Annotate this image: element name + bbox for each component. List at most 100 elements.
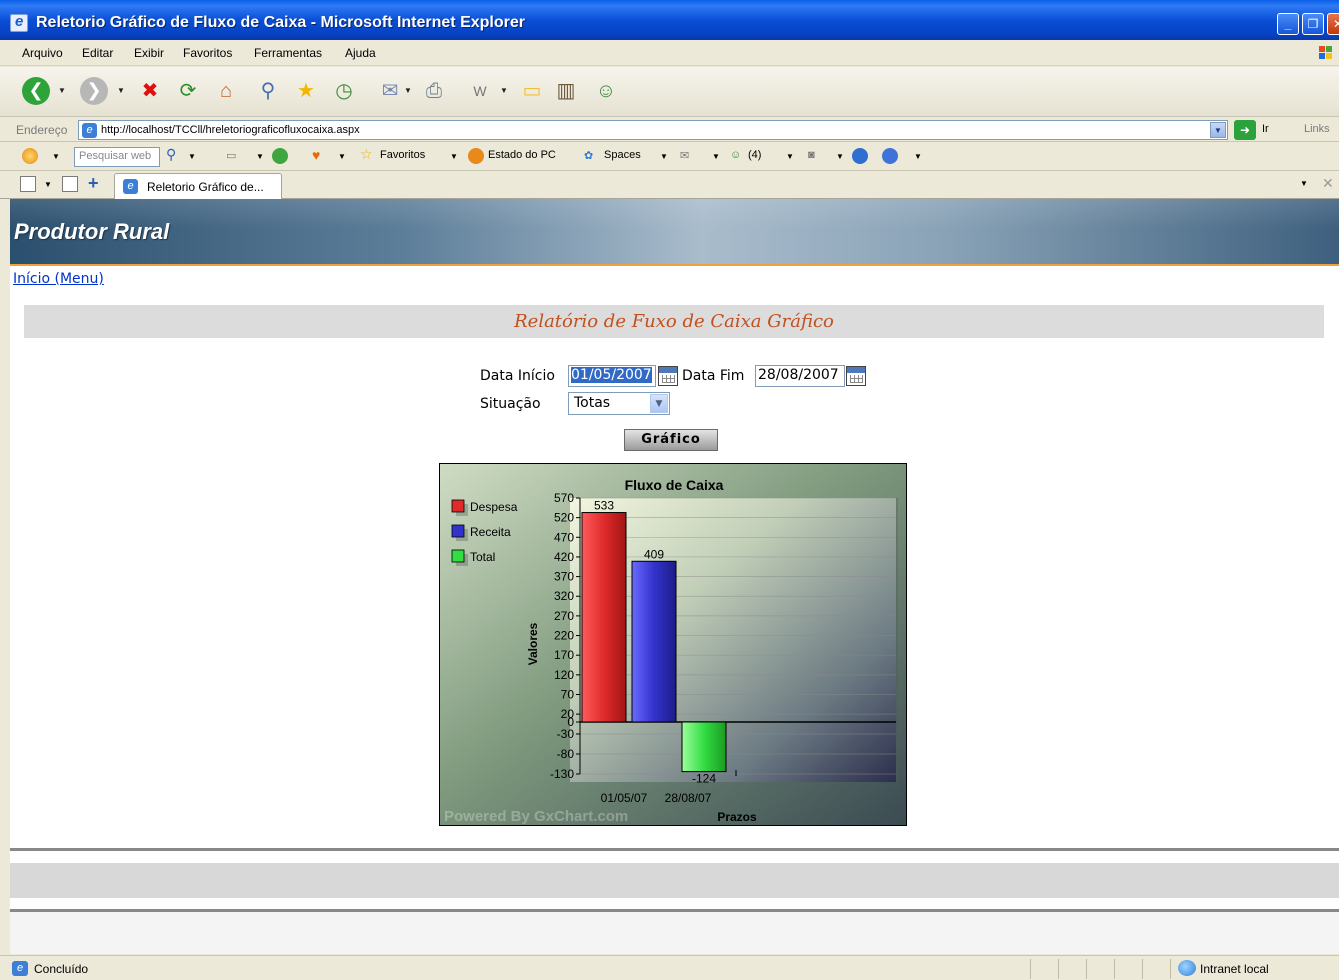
- maximize-button[interactable]: ❐: [1302, 13, 1324, 35]
- back-icon[interactable]: ❮: [22, 77, 50, 105]
- calendar-icon[interactable]: [658, 366, 678, 386]
- calendar-icon[interactable]: [846, 366, 866, 386]
- footer-divider-top: [10, 848, 1339, 851]
- mail-dropdown-icon[interactable]: ▼: [404, 86, 412, 95]
- close-tab-icon[interactable]: ✕: [1322, 175, 1334, 192]
- go-arrow-icon[interactable]: ➜: [1234, 120, 1256, 140]
- edit-word-icon[interactable]: W: [466, 77, 494, 105]
- y-tick-label: -130: [550, 767, 574, 781]
- msn-button-icon[interactable]: [852, 148, 868, 164]
- rss-dropdown-icon[interactable]: ▼: [836, 152, 844, 161]
- data-inicio-input[interactable]: 01/05/2007: [568, 365, 656, 387]
- situacao-selected-value: Totas: [574, 395, 611, 411]
- favorites-center-dropdown-icon[interactable]: ▼: [44, 180, 52, 189]
- contacts-dropdown-icon[interactable]: ▼: [786, 152, 794, 161]
- highlight-icon[interactable]: ▭: [226, 149, 236, 162]
- mail-small-icon[interactable]: ✉: [680, 149, 689, 162]
- bar-receita: [631, 560, 677, 723]
- situacao-select[interactable]: Totas ▼: [568, 392, 670, 415]
- web-search-input[interactable]: Pesquisar web: [74, 147, 160, 167]
- contacts-icon[interactable]: ☺: [730, 149, 741, 161]
- favoritos-button[interactable]: Favoritos: [380, 149, 425, 161]
- close-button[interactable]: ✕: [1327, 13, 1339, 35]
- legend-label-despesa: Despesa: [470, 500, 518, 514]
- forward-icon[interactable]: ❯: [80, 77, 108, 105]
- new-tab-plus-icon[interactable]: +: [88, 173, 99, 194]
- data-inicio-label: Data Início: [480, 368, 555, 384]
- status-cell: [1058, 959, 1059, 979]
- add-favorite-icon[interactable]: [62, 176, 78, 192]
- research-icon[interactable]: ▥: [552, 77, 580, 105]
- links-button[interactable]: Links: [1304, 123, 1330, 135]
- menu-favoritos[interactable]: Favoritos: [183, 46, 232, 60]
- stop-icon[interactable]: ✖: [136, 77, 164, 105]
- mail-small-dropdown-icon[interactable]: ▼: [712, 152, 720, 161]
- y-tick-label: 320: [554, 589, 574, 603]
- legend-label-receita: Receita: [470, 525, 511, 539]
- address-dropdown-icon[interactable]: ▼: [1210, 122, 1226, 138]
- search-dropdown-icon[interactable]: ▼: [188, 152, 196, 161]
- menu-arquivo[interactable]: Arquivo: [22, 46, 63, 60]
- favorites-star-icon[interactable]: ★: [292, 77, 320, 105]
- estado-pc-button[interactable]: Estado do PC: [488, 149, 556, 161]
- menu-link[interactable]: Início (Menu): [13, 271, 104, 287]
- forward-dropdown-icon[interactable]: ▼: [117, 86, 125, 95]
- page-bottom-area: [10, 912, 1339, 954]
- window-title: Reletorio Gráfico de Fluxo de Caixa - Mi…: [36, 14, 525, 31]
- grafico-button[interactable]: Gráfico: [624, 429, 718, 451]
- data-fim-label: Data Fim: [682, 368, 745, 384]
- y-tick-label: -30: [557, 727, 575, 741]
- spaces-button[interactable]: Spaces: [604, 149, 641, 161]
- chart-title: Fluxo de Caixa: [625, 477, 724, 493]
- contacts-count[interactable]: (4): [748, 149, 761, 161]
- add-icon[interactable]: [272, 148, 288, 164]
- minimize-button[interactable]: _: [1277, 13, 1299, 35]
- security-zone: Intranet local: [1200, 962, 1269, 976]
- address-url[interactable]: http://localhost/TCCll/hreletoriografico…: [101, 124, 360, 136]
- favoritos-dropdown-icon[interactable]: ▼: [450, 152, 458, 161]
- msn-heart-dropdown-icon[interactable]: ▼: [338, 152, 346, 161]
- discuss-icon[interactable]: ▭: [518, 77, 546, 105]
- chevron-down-icon[interactable]: ▼: [650, 394, 668, 413]
- y-tick-label: 570: [554, 491, 574, 505]
- msn-dropdown-icon[interactable]: ▼: [52, 152, 60, 161]
- mail-icon[interactable]: ✉: [376, 77, 404, 105]
- help-icon[interactable]: [882, 148, 898, 164]
- edit-dropdown-icon[interactable]: ▼: [500, 86, 508, 95]
- tab-page-icon: e: [123, 179, 138, 194]
- intranet-globe-icon: [1178, 960, 1196, 976]
- home-icon[interactable]: ⌂: [212, 77, 240, 105]
- go-button[interactable]: Ir: [1262, 123, 1269, 135]
- menu-exibir[interactable]: Exibir: [134, 46, 164, 60]
- print-icon[interactable]: ⎙: [420, 77, 448, 105]
- highlight-dropdown-icon[interactable]: ▼: [256, 152, 264, 161]
- msn-heart-icon[interactable]: ♥: [312, 147, 320, 163]
- data-fim-input[interactable]: 28/08/2007: [755, 365, 845, 387]
- rss-icon[interactable]: ◙: [808, 149, 815, 161]
- bar-despesa: [581, 512, 627, 723]
- y-axis-label: Valores: [526, 622, 540, 665]
- bar-total: [681, 721, 727, 773]
- favorites-star-icon-small[interactable]: ☆: [360, 146, 373, 163]
- y-tick-label: 70: [561, 687, 575, 701]
- y-tick-label: 170: [554, 648, 574, 662]
- menu-editar[interactable]: Editar: [82, 46, 113, 60]
- back-dropdown-icon[interactable]: ▼: [58, 86, 66, 95]
- address-label: Endereço: [16, 123, 68, 137]
- msn-butterfly-icon[interactable]: [22, 148, 38, 164]
- tab-current[interactable]: e Reletorio Gráfico de...: [114, 173, 282, 199]
- address-field[interactable]: e http://localhost/TCCll/hreletoriografi…: [78, 120, 1228, 140]
- messenger-icon[interactable]: ☺: [592, 77, 620, 105]
- help-dropdown-icon[interactable]: ▼: [914, 152, 922, 161]
- tab-list-dropdown-icon[interactable]: ▼: [1300, 179, 1308, 188]
- search-icon[interactable]: ⚲: [254, 77, 282, 105]
- pc-status-icon[interactable]: [468, 148, 484, 164]
- favorites-center-icon[interactable]: [20, 176, 36, 192]
- menu-ajuda[interactable]: Ajuda: [345, 46, 376, 60]
- search-go-icon[interactable]: ⚲: [166, 146, 176, 163]
- spaces-dropdown-icon[interactable]: ▼: [660, 152, 668, 161]
- refresh-icon[interactable]: ⟳: [174, 77, 202, 105]
- history-icon[interactable]: ◷: [330, 77, 358, 105]
- spaces-icon[interactable]: ✿: [584, 149, 593, 162]
- menu-ferramentas[interactable]: Ferramentas: [254, 46, 322, 60]
